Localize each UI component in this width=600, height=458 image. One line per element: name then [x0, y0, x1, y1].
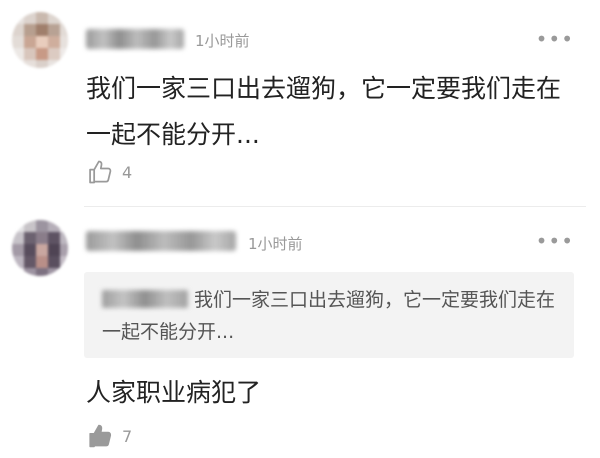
username[interactable] [86, 29, 184, 49]
like-button[interactable]: 4 [86, 158, 132, 186]
like-count: 7 [122, 426, 133, 446]
avatar[interactable] [12, 12, 68, 68]
thumbs-up-outline-icon [89, 160, 112, 184]
comment-text: 人家职业病犯了 [86, 378, 262, 407]
timestamp: 1小时前 [195, 32, 250, 50]
thumbs-up-filled-icon [89, 424, 112, 448]
comment-item: 1小时前 ••• 我们一家三口出去遛狗，它一定要我们走在一起不能分开... 4 [0, 0, 600, 206]
comment-item: 1小时前 ••• 我们一家三口出去遛狗，它一定要我们走在一起不能分开... 人家… [0, 206, 600, 458]
comment-text: 我们一家三口出去遛狗，它一定要我们走在一起不能分开... [86, 74, 562, 149]
more-dots-icon[interactable]: ••• [536, 29, 574, 49]
like-button[interactable]: 7 [86, 422, 132, 450]
quoted-text: 我们一家三口出去遛狗，它一定要我们走在一起不能分开... [102, 289, 556, 343]
more-dots-icon[interactable]: ••• [536, 231, 574, 251]
avatar[interactable] [12, 220, 68, 276]
timestamp: 1小时前 [248, 235, 303, 253]
like-count: 4 [122, 162, 133, 182]
quoted-comment[interactable]: 我们一家三口出去遛狗，它一定要我们走在一起不能分开... [84, 272, 574, 358]
username[interactable] [86, 231, 236, 251]
